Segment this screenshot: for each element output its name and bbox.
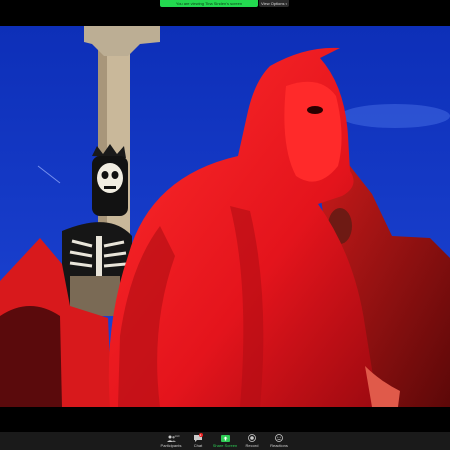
skull-eye-left: [101, 171, 109, 179]
view-options-label: View Options: [260, 1, 285, 6]
reactions-button[interactable]: Reactions: [266, 432, 293, 450]
chat-label: Chat: [193, 443, 203, 448]
chat-button[interactable]: 1 Chat: [185, 432, 212, 450]
share-screen-label: Share Screen: [212, 443, 238, 448]
cloud: [340, 104, 450, 128]
screen-share-banner: You are viewing Tina Sinden's screen: [160, 0, 258, 7]
participants-caret-icon[interactable]: ^: [177, 435, 178, 439]
participants-button[interactable]: 100 ^ Participants: [158, 432, 185, 450]
left-figure-shadow: [0, 306, 62, 407]
view-options-button[interactable]: View Options ▾: [259, 0, 289, 7]
share-screen-icon: [220, 434, 230, 442]
sharing-status-text: You are viewing Tina Sinden's screen: [175, 1, 243, 6]
share-screen-button[interactable]: Share Screen: [212, 432, 239, 450]
meeting-toolbar: 100 ^ Participants 1 Chat Share Screen R…: [0, 432, 450, 450]
participants-label: Participants: [160, 443, 182, 448]
red-mask: [284, 81, 342, 182]
record-label: Record: [245, 443, 259, 448]
reactions-label: Reactions: [270, 443, 288, 448]
skeleton-spine: [96, 236, 102, 281]
skull-eye-right: [111, 171, 119, 179]
reactions-icon: [275, 434, 284, 442]
skull-teeth: [104, 186, 116, 189]
record-button[interactable]: Record: [239, 432, 266, 450]
shared-screen-view: [0, 26, 450, 407]
mask-eye-hole: [307, 106, 323, 114]
shared-photo: [0, 26, 450, 407]
chat-unread-badge: 1: [198, 433, 203, 437]
record-icon: [248, 434, 257, 442]
chevron-down-icon: ▾: [285, 1, 287, 6]
